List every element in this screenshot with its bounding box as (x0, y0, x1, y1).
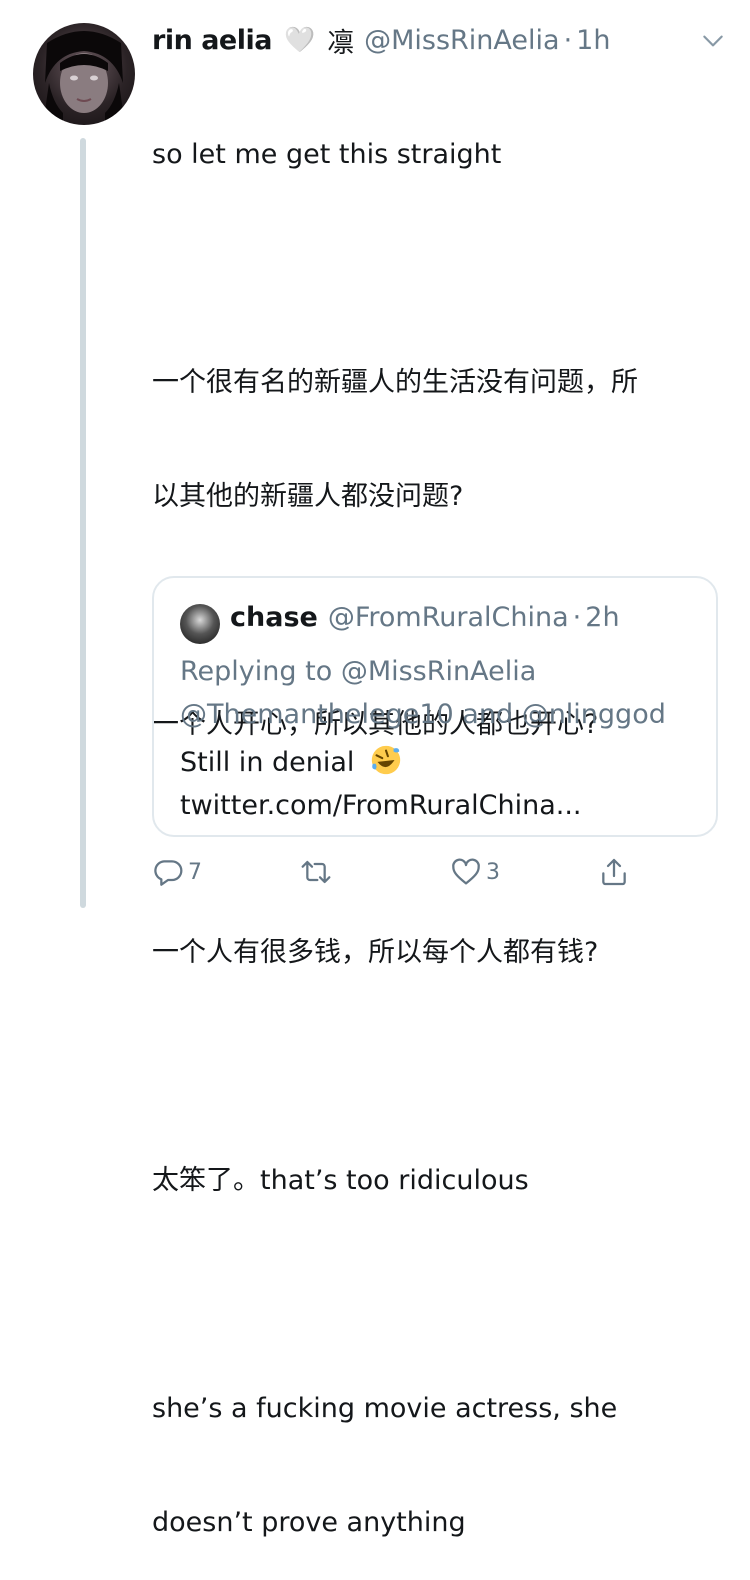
reply-count: 7 (188, 859, 202, 885)
retweet-icon (301, 860, 331, 884)
like-icon (452, 858, 480, 885)
tweet-actions: 7 3 (152, 852, 652, 892)
display-name[interactable]: rin aelia (152, 25, 272, 56)
tweet-line: doesn’t prove anything (152, 1507, 466, 1538)
reply-and: and (453, 699, 522, 730)
chevron-down-icon[interactable] (700, 28, 726, 54)
tweet-line: ​ (152, 1276, 722, 1314)
reply-button[interactable]: 7 (152, 852, 202, 892)
like-button[interactable]: 3 (450, 852, 500, 892)
tweet-line: 一个很有名的新疆人的生活没有问题，所 (152, 367, 638, 398)
tweet-line: 太笨了。that’s too ridiculous (152, 1165, 529, 1196)
tweet-line: ​ (152, 1048, 722, 1086)
replying-prefix: Replying to (180, 656, 341, 687)
rolling-on-floor-laughing-icon (371, 745, 401, 775)
quoted-body: Still in denial (180, 747, 355, 778)
separator: · (572, 602, 582, 633)
quoted-text: Still in denial twitter.com/FromRuralChi… (180, 741, 582, 827)
tweet-line: ​ (152, 250, 722, 288)
tweet-line: so let me get this straight (152, 139, 502, 170)
separator: · (563, 24, 573, 56)
reply-mention[interactable]: @Themanthelege10 (180, 699, 454, 730)
reply-mention[interactable]: @MissRinAelia (341, 656, 536, 687)
user-handle[interactable]: @MissRinAelia (364, 25, 559, 56)
quoted-avatar[interactable] (180, 604, 220, 644)
quoted-link[interactable]: twitter.com/FromRuralChina... (180, 784, 582, 827)
tweet-line: 一个人有很多钱，所以每个人都有钱? (152, 937, 599, 968)
quoted-handle[interactable]: @FromRuralChina (328, 602, 569, 633)
reply-mention[interactable]: @nlinggod (522, 699, 666, 730)
avatar[interactable] (33, 23, 135, 125)
tweet-line: she’s a fucking movie actress, she (152, 1393, 618, 1424)
share-icon (602, 858, 626, 886)
quoted-tweet[interactable]: chase @FromRuralChina · 2h Replying to @… (152, 576, 718, 837)
like-count: 3 (486, 859, 500, 885)
quoted-timestamp[interactable]: 2h (585, 602, 619, 633)
share-button[interactable] (598, 852, 630, 892)
retweet-button[interactable] (300, 852, 336, 892)
thread-line (80, 138, 86, 908)
replying-to: Replying to @MissRinAelia @Themanthelege… (180, 650, 666, 736)
white-heart-emoji: 🤍 (283, 25, 316, 54)
timestamp[interactable]: 1h (576, 25, 610, 56)
quoted-header: chase @FromRuralChina · 2h (230, 602, 620, 633)
quoted-display-name[interactable]: chase (230, 602, 318, 633)
tweet-header: rin aelia 🤍 凛 @MissRinAelia · 1h (152, 20, 726, 60)
tweet-line: 以其他的新疆人都没问题? (152, 481, 464, 512)
reply-icon (154, 860, 183, 886)
name-suffix: 凛 (327, 27, 355, 59)
